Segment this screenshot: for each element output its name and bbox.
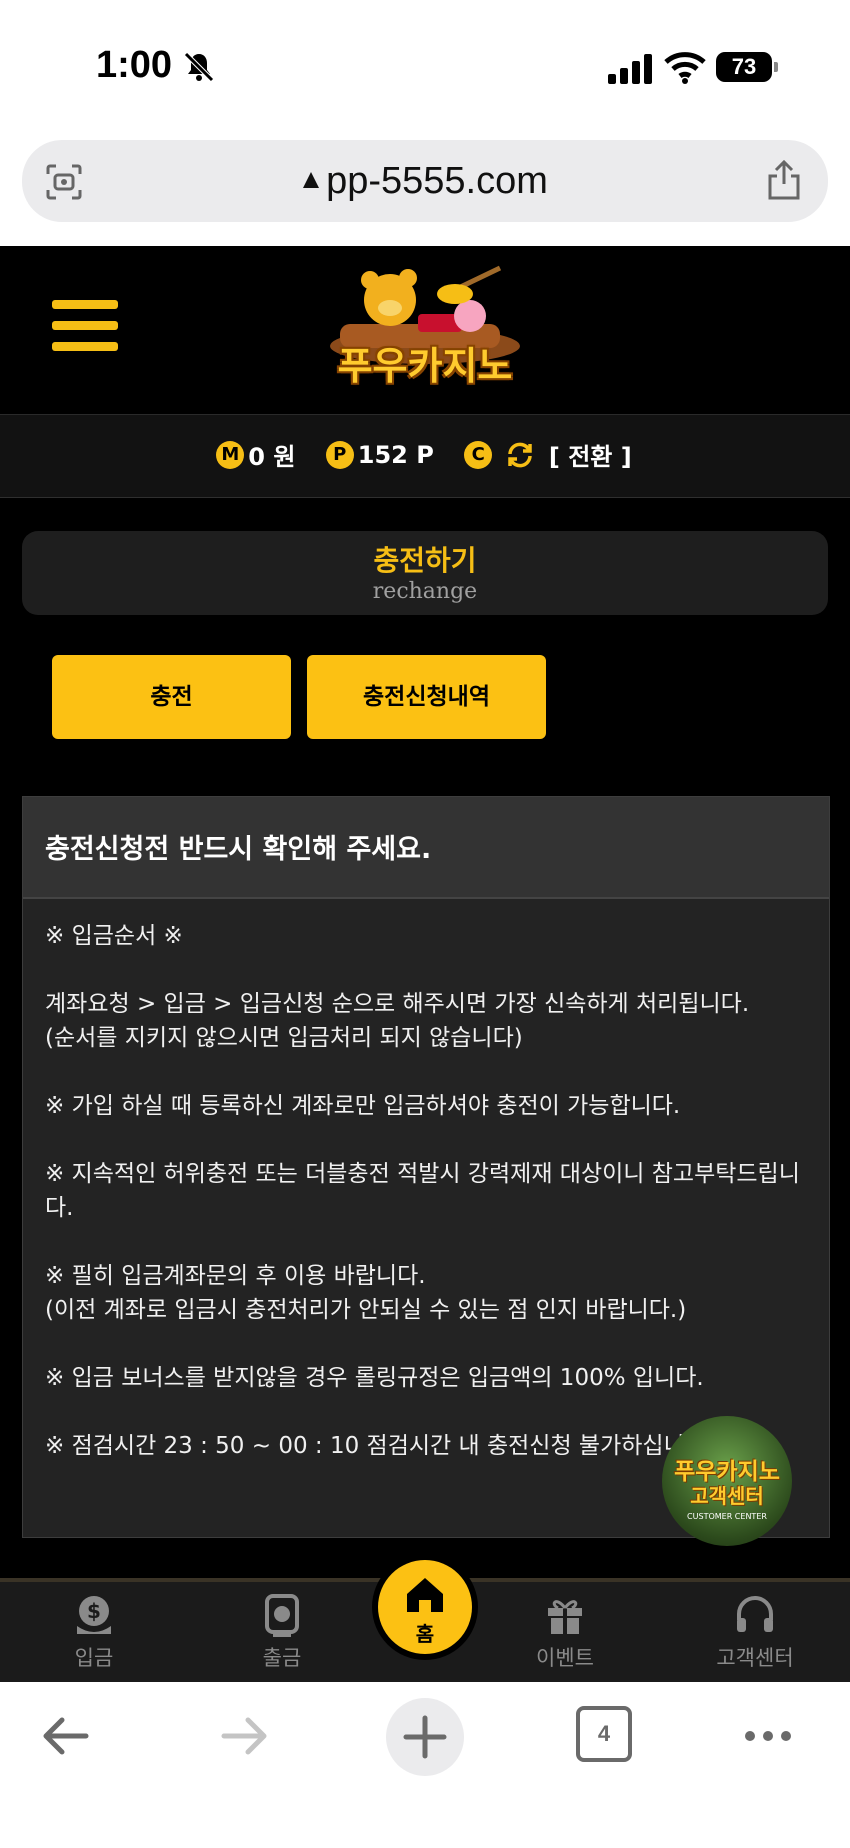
notice-line: ※ 필히 입금계좌문의 후 이용 바랍니다. (이전 계좌로 입금시 충전처리가…: [45, 1263, 687, 1323]
nav-support[interactable]: 고객센터: [695, 1592, 815, 1672]
convert-button[interactable]: [ 전환 ]: [549, 443, 632, 471]
notice-line: ※ 입금순서 ※: [45, 923, 183, 949]
deposit-icon: $: [77, 1596, 111, 1634]
page-title: 충전하기: [373, 544, 477, 577]
browser-toolbar: 4: [0, 1682, 850, 1848]
notice-title: 충전신청전 반드시 확인해 주세요.: [45, 834, 432, 865]
site-logo[interactable]: 푸우카지노: [300, 254, 550, 404]
convert-coin-icon: C: [464, 440, 493, 469]
status-bar: 1:00 73: [0, 0, 850, 130]
battery-indicator: 73: [716, 52, 778, 82]
nav-deposit-label: 입금: [74, 1646, 114, 1670]
more-icon[interactable]: [738, 1706, 798, 1766]
nav-withdraw-label: 출금: [262, 1646, 302, 1670]
withdraw-icon: [265, 1594, 299, 1637]
cellular-signal-icon: [608, 54, 652, 84]
nav-home-label: 홈: [415, 1622, 435, 1646]
back-arrow-icon[interactable]: [36, 1706, 96, 1766]
address-bar[interactable]: pp-5555.com: [22, 140, 828, 222]
browser-address-area: pp-5555.com: [0, 130, 850, 246]
forward-arrow-icon[interactable]: [214, 1706, 274, 1766]
bell-muted-icon: [184, 52, 214, 82]
nav-event[interactable]: 이벤트: [505, 1592, 625, 1672]
notice-body: ※ 입금순서 ※ 계좌요청 > 입금 > 입금신청 순으로 해주시면 가장 신속…: [45, 919, 825, 1497]
nav-support-label: 고객센터: [716, 1646, 794, 1670]
nav-withdraw[interactable]: 출금: [222, 1592, 342, 1672]
cs-badge-en: CUSTOMER CENTER: [687, 1512, 767, 1521]
charge-history-tab-button[interactable]: 충전신청내역: [307, 655, 546, 739]
notice-line: 계좌요청 > 입금 > 입금신청 순으로 해주시면 가장 신속하게 처리됩니다.…: [45, 991, 750, 1051]
plus-icon: [403, 1715, 447, 1759]
money-balance: 0 원: [248, 443, 296, 471]
page-title-box: 충전하기 rechange: [22, 531, 828, 615]
home-icon: [407, 1578, 443, 1612]
warning-icon: [303, 172, 320, 188]
balance-bar: M0 원 P 152 P C [ 전환 ]: [0, 415, 850, 498]
page-subtitle: rechange: [372, 579, 478, 604]
notice-line: ※ 입금 보너스를 받지않을 경우 롤링규정은 입금액의 100% 입니다.: [45, 1365, 704, 1391]
tabs-button[interactable]: 4: [576, 1706, 632, 1762]
new-tab-button[interactable]: [386, 1698, 464, 1776]
cs-badge-subtitle: 고객센터: [690, 1484, 764, 1508]
nav-deposit[interactable]: $ 입금: [34, 1592, 154, 1672]
nav-event-label: 이벤트: [536, 1646, 594, 1670]
notice-line: ※ 가입 하실 때 등록하신 계좌로만 입금하셔야 충전이 가능합니다.: [45, 1093, 681, 1119]
point-coin-icon: P: [325, 440, 354, 469]
share-icon[interactable]: [764, 158, 804, 202]
wifi-icon: [664, 52, 706, 84]
menu-icon[interactable]: [52, 300, 118, 358]
refresh-icon[interactable]: [505, 440, 535, 470]
charge-tab-button[interactable]: 충전: [52, 655, 291, 739]
site-header: 푸우카지노: [0, 246, 850, 415]
point-balance: 152 P: [357, 440, 434, 469]
logo-text: 푸우카지노: [337, 344, 513, 388]
status-time: 1:00: [96, 44, 173, 86]
url-text: pp-5555.com: [326, 160, 548, 202]
svg-text:$: $: [87, 1599, 101, 1623]
gift-icon: [548, 1600, 582, 1634]
notice-header: 충전신청전 반드시 확인해 주세요.: [23, 797, 829, 899]
notice-line: ※ 지속적인 허위충전 또는 더블충전 적발시 강력제재 대상이니 참고부탁드립…: [45, 1161, 800, 1221]
nav-home[interactable]: 홈: [378, 1560, 472, 1654]
money-coin-icon: M: [216, 440, 245, 469]
customer-center-float-button[interactable]: 푸우카지노 고객센터 CUSTOMER CENTER: [662, 1416, 792, 1546]
headset-icon: [737, 1596, 773, 1632]
